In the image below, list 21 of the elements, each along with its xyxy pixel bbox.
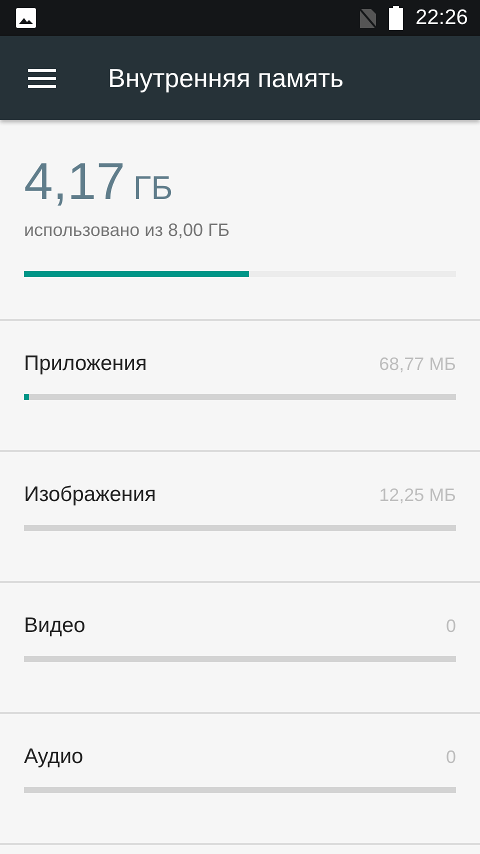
category-size: 68,77 МБ (379, 354, 456, 374)
category-name: Приложения (24, 352, 147, 376)
status-time: 22:26 (415, 6, 468, 30)
category-row[interactable]: Аудио 0 (0, 714, 480, 845)
screen-title: Внутренняя память (108, 62, 344, 94)
category-name: Изображения (24, 483, 156, 507)
menu-button[interactable] (28, 67, 56, 89)
category-row[interactable]: Видео 0 (0, 583, 480, 714)
image-icon (16, 8, 36, 28)
category-name: Видео (24, 614, 86, 638)
used-amount: 4,17 (24, 154, 126, 210)
category-size: 0 (446, 616, 456, 636)
no-sim-icon (359, 7, 378, 29)
usage-caption: использовано из 8,00 ГБ (24, 220, 231, 241)
category-size: 0 (446, 746, 456, 768)
used-unit: ГБ (133, 169, 173, 207)
category-name: Аудио (24, 745, 84, 769)
category-row[interactable]: Изображения 12,25 МБ (0, 452, 480, 583)
category-size: 12,25 МБ (379, 484, 456, 506)
category-row[interactable]: Приложения 68,77 МБ (0, 321, 480, 452)
battery-icon (389, 6, 404, 30)
